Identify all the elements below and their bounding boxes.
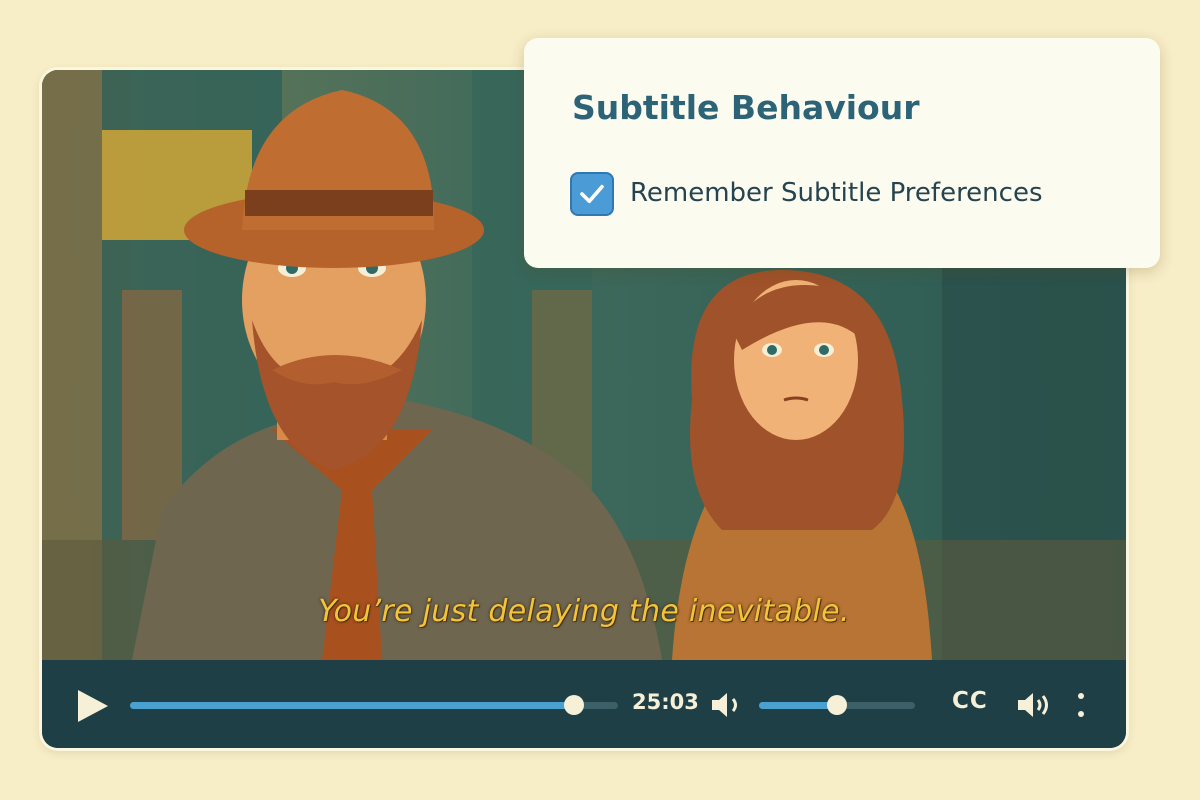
play-icon[interactable] xyxy=(74,688,110,724)
more-vertical-icon[interactable] xyxy=(1074,688,1088,722)
subtitle-text: You’re just delaying the inevitable. xyxy=(318,594,850,629)
checkmark-icon xyxy=(580,184,604,204)
progress-handle[interactable] xyxy=(564,695,585,715)
progress-bar[interactable] xyxy=(130,695,618,715)
volume-fill xyxy=(759,702,837,709)
remember-checkbox[interactable] xyxy=(570,172,614,216)
subtitle-behaviour-panel: Subtitle Behaviour Remember Subtitle Pre… xyxy=(524,38,1160,268)
speaker-icon[interactable] xyxy=(1016,690,1052,720)
remember-checkbox-label: Remember Subtitle Preferences xyxy=(630,178,1043,208)
current-time: 25:03 xyxy=(632,690,699,714)
progress-fill xyxy=(130,702,575,709)
volume-slider[interactable] xyxy=(759,695,915,715)
panel-title: Subtitle Behaviour xyxy=(572,88,920,127)
cc-button[interactable]: CC xyxy=(952,688,988,714)
volume-icon[interactable] xyxy=(710,690,742,720)
volume-handle[interactable] xyxy=(827,695,847,715)
control-bar: 25:03 CC xyxy=(42,660,1126,748)
